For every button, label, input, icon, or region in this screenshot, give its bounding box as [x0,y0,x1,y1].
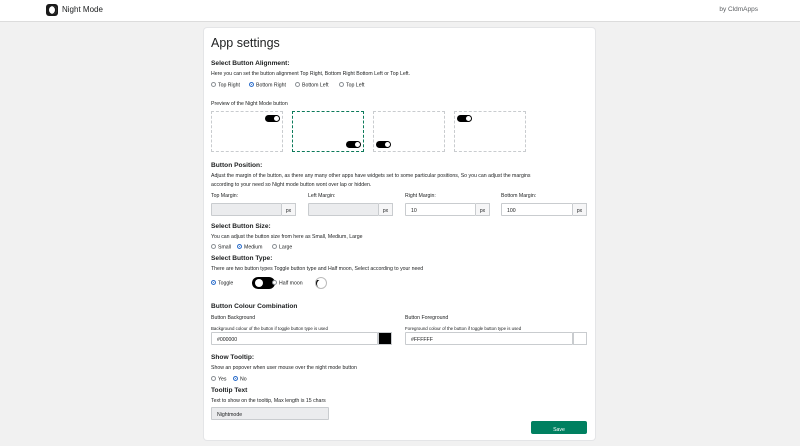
tooltip-description: Show an popover when user mouse over the… [211,365,357,371]
radio-icon[interactable] [339,82,344,87]
tooltip-text-input[interactable]: Nightmode [211,407,329,420]
tooltip-text-help: Text to show on the tooltip, Max length … [211,398,326,404]
toggle-icon [265,115,280,122]
size-large-radio[interactable]: Large [272,244,292,251]
preview-bottom-right[interactable] [292,111,364,152]
type-description: There are two button types Toggle button… [211,266,424,272]
preview-top-right[interactable] [211,111,283,152]
half-moon-preview-icon [315,277,327,289]
bg-label: Button Background [211,315,256,321]
position-heading: Button Position: [211,162,263,169]
bg-help: Background colour of the button if toggl… [211,326,328,331]
type-toggle-radio[interactable]: Toggle [211,280,233,287]
app-name: Night Mode [62,5,103,14]
top-bar: Night Mode by CldmApps [0,0,800,22]
radio-icon[interactable] [211,244,216,249]
radio-label: Bottom Right [256,82,286,89]
alignment-bottom-left-radio[interactable]: Bottom Left [295,82,329,89]
fg-colour-swatch[interactable] [573,332,587,345]
tooltip-no-radio[interactable]: No [233,376,247,383]
radio-checked-icon[interactable] [237,244,242,249]
radio-icon[interactable] [211,82,216,87]
radio-checked-icon[interactable] [249,82,254,87]
left-margin-label: Left Margin: [308,193,336,199]
left-margin-input[interactable] [308,203,379,216]
size-medium-radio[interactable]: Medium [237,244,262,251]
radio-label: Medium [244,244,263,251]
radio-icon[interactable] [272,280,277,285]
radio-label: Yes [218,376,227,383]
px-suffix: px [282,203,296,216]
top-margin-input[interactable] [211,203,282,216]
alignment-bottom-right-radio[interactable]: Bottom Right [249,82,286,89]
toggle-icon [457,115,472,122]
size-heading: Select Button Size: [211,223,271,230]
preview-bottom-left[interactable] [373,111,445,152]
type-heading: Select Button Type: [211,255,273,262]
preview-top-left[interactable] [454,111,526,152]
bottom-margin-label: Bottom Margin: [501,193,537,199]
radio-icon[interactable] [272,244,277,249]
fg-label: Button Foreground [405,315,449,321]
right-margin-input[interactable]: 10 [405,203,476,216]
toggle-icon [346,141,361,148]
position-description-line2: according to your need so Night mode but… [211,182,372,188]
page-title: App settings [211,36,280,50]
size-description: You can adjust the button size from here… [211,234,363,240]
radio-label: Half moon [279,280,303,287]
alignment-description: Here you can set the button alignment To… [211,71,411,77]
fg-help: Foreground colour of the button if toggl… [405,326,522,331]
radio-checked-icon[interactable] [211,280,216,285]
type-half-moon-radio[interactable]: Half moon [272,280,303,287]
alignment-heading: Select Button Alignment: [211,60,290,67]
px-suffix: px [573,203,587,216]
bg-colour-input[interactable]: #000000 [211,332,378,345]
top-margin-label: Top Margin: [211,193,239,199]
night-mode-logo-icon [46,4,58,16]
right-margin-label: Right Margin: [405,193,436,199]
fg-colour-input[interactable]: #FFFFFF [405,332,573,345]
developer-credit: by CldmApps [719,6,758,13]
radio-label: No [240,376,247,383]
tooltip-text-heading: Tooltip Text [211,387,248,394]
radio-icon[interactable] [211,376,216,381]
radio-icon[interactable] [295,82,300,87]
position-description-line1: Adjust the margin of the button, as ther… [211,173,531,179]
radio-label: Top Left [346,82,365,89]
radio-label: Toggle [218,280,234,287]
size-small-radio[interactable]: Small [211,244,231,251]
colour-heading: Button Colour Combination [211,303,298,310]
bottom-margin-input[interactable]: 100 [501,203,573,216]
alignment-top-right-radio[interactable]: Top Right [211,82,240,89]
px-suffix: px [379,203,393,216]
radio-label: Top Right [218,82,240,89]
px-suffix: px [476,203,490,216]
radio-label: Bottom Left [302,82,329,89]
preview-label: Preview of the Night Mode button [211,101,288,107]
toggle-icon [376,141,391,148]
radio-label: Large [279,244,293,251]
save-button[interactable]: Save [531,421,587,434]
alignment-top-left-radio[interactable]: Top Left [339,82,364,89]
bg-colour-swatch[interactable] [378,332,392,345]
radio-label: Small [218,244,231,251]
radio-checked-icon[interactable] [233,376,238,381]
tooltip-heading: Show Tooltip: [211,354,255,361]
tooltip-yes-radio[interactable]: Yes [211,376,226,383]
